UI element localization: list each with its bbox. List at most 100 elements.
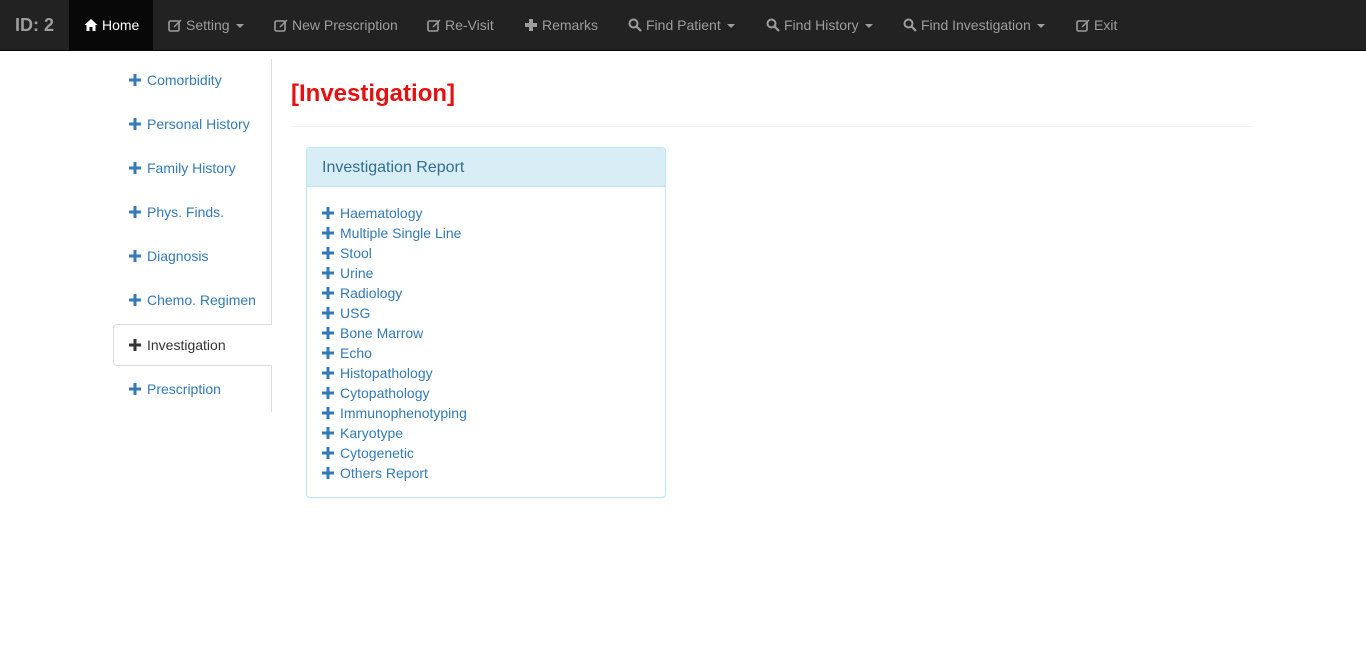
report-link-usg[interactable]: USG	[322, 303, 467, 323]
sidebar-item-family-history[interactable]: Family History	[113, 147, 272, 189]
plus-icon	[322, 367, 334, 379]
nav-re-visit[interactable]: Re-Visit	[427, 0, 494, 50]
plus-icon	[322, 327, 334, 339]
report-link-label: Echo	[340, 345, 372, 361]
edit-icon	[1076, 19, 1090, 32]
search-icon	[766, 18, 780, 32]
report-link-label: Karyotype	[340, 425, 404, 441]
home-icon	[84, 19, 98, 31]
sidebar-item-label: Investigation	[147, 337, 226, 353]
nav-exit-label: Exit	[1094, 17, 1118, 33]
chevron-down-icon	[864, 24, 873, 29]
plus-icon	[322, 447, 334, 459]
sidebar-item-label: Phys. Finds.	[147, 204, 225, 220]
report-link-multiple-single-line[interactable]: Multiple Single Line	[322, 223, 467, 243]
report-link-label: Cytopathology	[340, 385, 430, 401]
plus-icon	[322, 467, 334, 479]
sidebar-item-chemo-regimen[interactable]: Chemo. Regimen	[113, 279, 272, 321]
report-link-histopathology[interactable]: Histopathology	[322, 363, 467, 383]
plus-icon	[322, 347, 334, 359]
report-link-label: Bone Marrow	[340, 325, 424, 341]
plus-icon	[129, 206, 141, 218]
report-link-label: Cytogenetic	[340, 445, 414, 461]
nav-re-visit-label: Re-Visit	[445, 17, 494, 33]
report-link-echo[interactable]: Echo	[322, 343, 467, 363]
report-link-label: Radiology	[340, 285, 403, 301]
report-link-label: Multiple Single Line	[340, 225, 462, 241]
plus-icon	[322, 267, 334, 279]
plus-icon	[129, 162, 141, 174]
nav-find-patient[interactable]: Find Patient	[628, 0, 735, 50]
nav-find-investigation-label: Find Investigation	[921, 17, 1031, 33]
sidebar-item-label: Comorbidity	[147, 72, 222, 88]
sidebar-item-comorbidity[interactable]: Comorbidity	[113, 59, 272, 101]
plus-icon	[525, 19, 537, 31]
investigation-report-panel: Investigation Report Haematology Multipl…	[306, 147, 666, 498]
plus-icon	[322, 227, 334, 239]
report-link-stool[interactable]: Stool	[322, 243, 467, 263]
plus-icon	[129, 118, 141, 130]
chevron-down-icon	[726, 24, 735, 29]
chevron-down-icon	[1036, 24, 1045, 29]
report-link-immunophenotyping[interactable]: Immunophenotyping	[322, 403, 467, 423]
edit-icon	[427, 19, 441, 32]
plus-icon	[322, 287, 334, 299]
report-link-label: Haematology	[340, 205, 423, 221]
plus-icon	[129, 250, 141, 262]
plus-icon	[129, 294, 141, 306]
nav-find-patient-label: Find Patient	[646, 17, 721, 33]
page-title: [Investigation]	[291, 80, 456, 107]
nav-new-prescription[interactable]: New Prescription	[274, 0, 398, 50]
sidebar-item-personal-history[interactable]: Personal History	[113, 103, 272, 145]
report-link-label: USG	[340, 305, 371, 321]
nav-remarks[interactable]: Remarks	[524, 0, 598, 50]
report-link-label: Immunophenotyping	[340, 405, 467, 421]
nav-home[interactable]: Home	[69, 0, 153, 50]
nav-find-history[interactable]: Find History	[766, 0, 873, 50]
plus-icon	[129, 74, 141, 86]
plus-icon	[129, 383, 141, 395]
report-link-urine[interactable]: Urine	[322, 263, 467, 283]
report-link-label: Stool	[340, 245, 372, 261]
nav-exit[interactable]: Exit	[1076, 0, 1117, 50]
report-link-bone-marrow[interactable]: Bone Marrow	[322, 323, 467, 343]
sidebar-item-phys-finds[interactable]: Phys. Finds.	[113, 191, 272, 233]
sidebar-item-investigation[interactable]: Investigation	[113, 324, 272, 366]
nav-setting-label: Setting	[186, 17, 230, 33]
sidebar-item-prescription[interactable]: Prescription	[113, 368, 272, 410]
title-divider	[291, 126, 1253, 127]
plus-icon	[129, 339, 141, 351]
panel-heading: Investigation Report	[307, 148, 665, 187]
top-navbar: ID: 2 Home Setting New Prescription Re-V…	[0, 0, 1366, 51]
report-link-label: Urine	[340, 265, 374, 281]
report-link-radiology[interactable]: Radiology	[322, 283, 467, 303]
patient-id-brand[interactable]: ID: 2	[15, 0, 54, 50]
search-icon	[903, 18, 917, 32]
nav-remarks-label: Remarks	[542, 17, 599, 33]
sidebar-item-label: Diagnosis	[147, 248, 209, 264]
sidebar-item-label: Family History	[147, 160, 236, 176]
report-list: Haematology Multiple Single Line Stool U…	[322, 203, 467, 483]
report-link-haematology[interactable]: Haematology	[322, 203, 467, 223]
nav-setting[interactable]: Setting	[168, 0, 244, 50]
sidebar-item-label: Personal History	[147, 116, 250, 132]
plus-icon	[322, 247, 334, 259]
nav-find-history-label: Find History	[784, 17, 859, 33]
sidebar-item-label: Chemo. Regimen	[147, 292, 256, 308]
sidebar-item-diagnosis[interactable]: Diagnosis	[113, 235, 272, 277]
search-icon	[628, 18, 642, 32]
report-link-others-report[interactable]: Others Report	[322, 463, 467, 483]
report-link-cytogenetic[interactable]: Cytogenetic	[322, 443, 467, 463]
plus-icon	[322, 387, 334, 399]
sidebar-nav: Comorbidity Personal History Family Hist…	[113, 59, 272, 412]
report-link-karyotype[interactable]: Karyotype	[322, 423, 467, 443]
report-link-cytopathology[interactable]: Cytopathology	[322, 383, 467, 403]
chevron-down-icon	[235, 24, 244, 29]
plus-icon	[322, 307, 334, 319]
plus-icon	[322, 207, 334, 219]
nav-home-label: Home	[102, 17, 140, 33]
sidebar-item-label: Prescription	[147, 381, 221, 397]
edit-icon	[274, 19, 288, 32]
nav-find-investigation[interactable]: Find Investigation	[903, 0, 1045, 50]
report-link-label: Histopathology	[340, 365, 433, 381]
